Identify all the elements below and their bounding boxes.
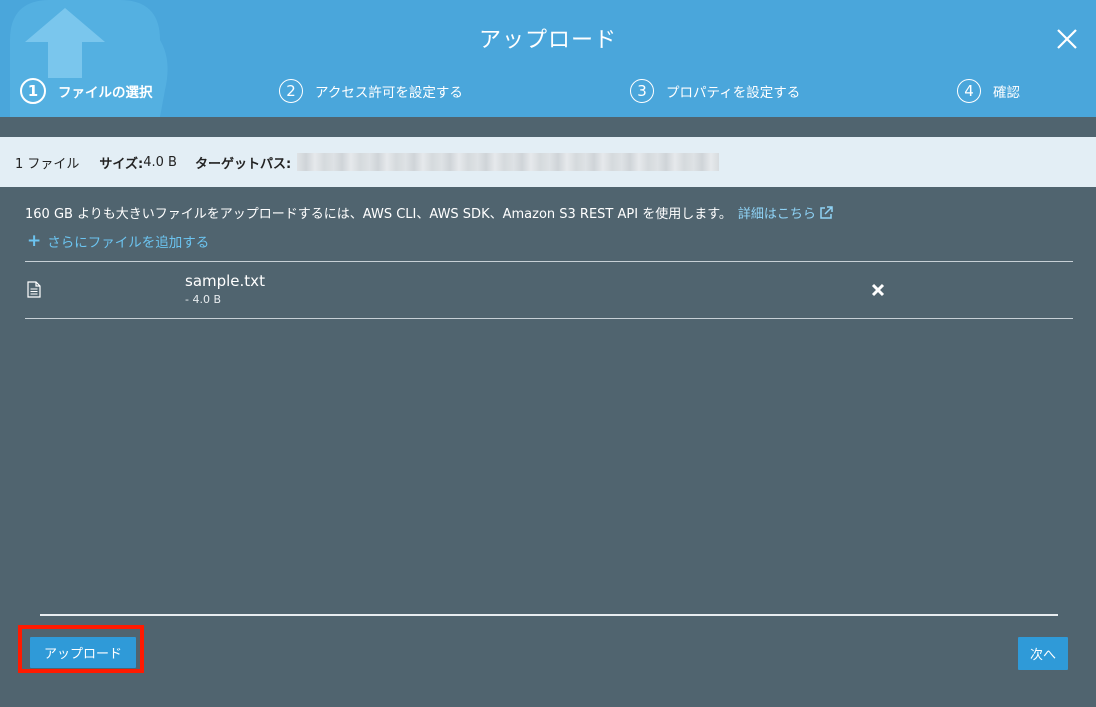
footer-divider xyxy=(40,614,1058,616)
file-name: sample.txt xyxy=(185,272,265,290)
notice-text: 160 GB よりも大きいファイルをアップロードするには、AWS CLI、AWS… xyxy=(25,207,732,222)
step-number: 3 xyxy=(630,79,654,103)
step-set-permissions[interactable]: 2 アクセス許可を設定する xyxy=(279,78,463,104)
size-label: サイズ: xyxy=(99,156,144,172)
step-number: 4 xyxy=(957,79,981,103)
file-row: sample.txt - 4.0 B xyxy=(25,262,1073,318)
upload-info-bar: 1 ファイル サイズ: 4.0 B ターゲットパス: xyxy=(0,137,1096,187)
table-divider-bottom xyxy=(25,318,1073,319)
size-limit-notice: 160 GB よりも大きいファイルをアップロードするには、AWS CLI、AWS… xyxy=(25,203,833,222)
step-number: 1 xyxy=(20,78,46,104)
add-files-label: さらにファイルを追加する xyxy=(47,235,210,251)
dialog-title: アップロード xyxy=(478,28,617,53)
dialog-header: アップロード 1 ファイルの選択 2 アクセス許可を設定する 3 プロパティを設… xyxy=(0,0,1096,117)
step-set-properties[interactable]: 3 プロパティを設定する xyxy=(630,78,800,104)
size-value: 4.0 B xyxy=(143,154,177,170)
step-label: ファイルの選択 xyxy=(58,85,153,101)
step-review[interactable]: 4 確認 xyxy=(957,78,1020,104)
next-button[interactable]: 次へ xyxy=(1018,637,1068,670)
step-label: プロパティを設定する xyxy=(666,85,801,101)
close-icon[interactable] xyxy=(1052,24,1082,54)
step-number: 2 xyxy=(279,79,303,103)
document-icon xyxy=(27,281,41,298)
target-path-value-redacted xyxy=(297,153,720,171)
header-separator xyxy=(0,117,1096,137)
file-size: - 4.0 B xyxy=(185,293,222,306)
file-count: 1 ファイル xyxy=(15,156,80,172)
step-label: 確認 xyxy=(993,85,1020,101)
target-path-label: ターゲットパス: xyxy=(194,156,292,172)
learn-more-link[interactable]: 詳細はこちら xyxy=(738,207,816,222)
step-file-select[interactable]: 1 ファイルの選択 xyxy=(20,78,153,104)
remove-file-icon[interactable] xyxy=(870,282,886,298)
upload-button[interactable]: アップロード xyxy=(30,637,136,668)
plus-icon: + xyxy=(27,231,42,251)
add-more-files-button[interactable]: + さらにファイルを追加する xyxy=(27,231,209,251)
external-link-icon[interactable] xyxy=(819,206,833,220)
step-label: アクセス許可を設定する xyxy=(315,85,463,101)
